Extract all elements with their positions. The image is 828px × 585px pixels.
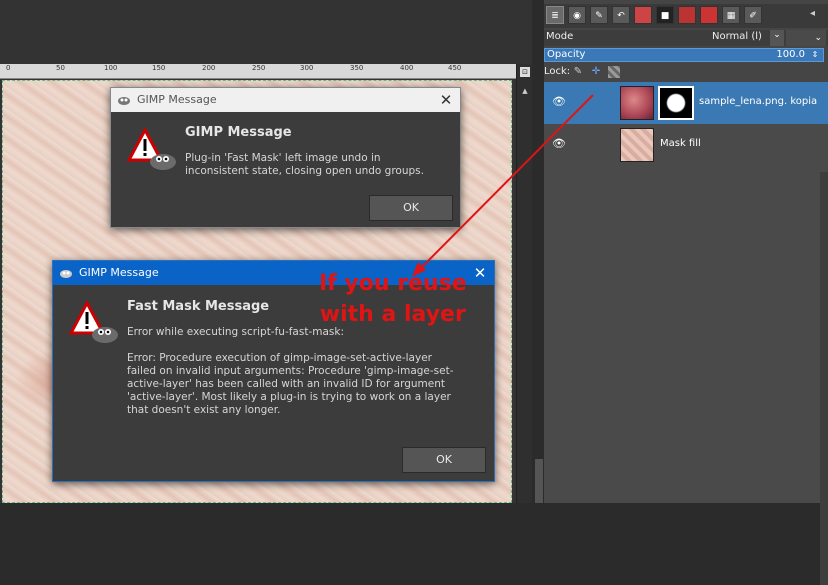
layer-row[interactable]: 👁 Mask fill bbox=[544, 124, 828, 166]
tab-menu-icon[interactable]: ◂ bbox=[810, 8, 824, 24]
dialog-message: Plug-in 'Fast Mask' left image undo in i… bbox=[185, 152, 424, 177]
layer-mask-thumbnail[interactable] bbox=[658, 86, 694, 120]
dialog-title: GIMP Message bbox=[137, 93, 217, 106]
gradients-tab-icon[interactable] bbox=[678, 6, 696, 24]
dialog-heading: Fast Mask Message bbox=[127, 299, 270, 314]
fonts-tab-icon[interactable] bbox=[700, 6, 718, 24]
dock-tab-bar: ≣ ◉ ✎ ↶ ■ ▦ ✐ ◂ bbox=[544, 4, 828, 28]
layer-name[interactable]: sample_lena.png. kopia bbox=[699, 96, 817, 107]
canvas-vertical-scrollbar[interactable]: ⊡ ▲ bbox=[516, 64, 533, 503]
mode-select[interactable]: Normal (l) bbox=[712, 31, 762, 42]
blend-options-dropdown[interactable]: ⌄ bbox=[786, 30, 826, 46]
paths-tab-icon[interactable]: ✎ bbox=[590, 6, 608, 24]
annotation-line: If you reuse bbox=[319, 271, 467, 296]
spin-arrows-icon[interactable]: ⇕ bbox=[809, 49, 821, 61]
dialog-heading: GIMP Message bbox=[185, 125, 292, 140]
patterns-tab-icon[interactable]: ■ bbox=[656, 6, 674, 24]
ruler-tick: 100 bbox=[104, 64, 118, 72]
layer-thumbnail[interactable] bbox=[620, 128, 654, 162]
eye-icon[interactable]: 👁 bbox=[552, 138, 566, 150]
ruler-tick: 450 bbox=[448, 64, 462, 72]
tools-tab-icon[interactable]: ✐ bbox=[744, 6, 762, 24]
annotation-line: with a layer bbox=[319, 302, 466, 327]
layer-row[interactable]: 👁 sample_lena.png. kopia bbox=[544, 82, 828, 124]
warning-icon bbox=[127, 128, 176, 170]
colors-tab-icon[interactable]: ▦ bbox=[722, 6, 740, 24]
warning-icon bbox=[69, 301, 118, 343]
ruler-tick: 250 bbox=[252, 64, 266, 72]
layer-name[interactable]: Mask fill bbox=[660, 138, 701, 149]
lock-row: Lock: ✎ ✛ bbox=[544, 64, 828, 80]
layer-list: 👁 sample_lena.png. kopia 👁 Mask fill bbox=[544, 82, 828, 585]
ruler-tick: 0 bbox=[6, 64, 11, 72]
lock-pixels-icon[interactable]: ✎ bbox=[572, 66, 584, 78]
ruler-tick: 400 bbox=[400, 64, 414, 72]
ruler-tick: 150 bbox=[152, 64, 166, 72]
gimp-icon bbox=[118, 97, 130, 105]
ruler-tick: 200 bbox=[202, 64, 216, 72]
lock-label: Lock: bbox=[544, 66, 571, 77]
opacity-slider[interactable]: Opacity 100.0 ⇕ bbox=[544, 48, 824, 62]
layers-tab-icon[interactable]: ≣ bbox=[546, 6, 564, 24]
opacity-label: Opacity bbox=[547, 49, 586, 60]
ruler-tick: 350 bbox=[350, 64, 364, 72]
mode-row: Mode Normal (l) ⌄ ⌄ bbox=[544, 30, 828, 46]
lock-alpha-icon[interactable] bbox=[608, 66, 620, 78]
zoom-toggle-icon[interactable]: ⊡ bbox=[520, 67, 530, 77]
eye-icon[interactable]: 👁 bbox=[552, 96, 566, 108]
horizontal-ruler[interactable]: 0 50 100 150 200 250 300 350 400 450 bbox=[0, 64, 516, 79]
close-icon[interactable]: ✕ bbox=[436, 90, 456, 110]
dialog-message: Error while executing script-fu-fast-mas… bbox=[127, 326, 454, 416]
layer-list-scrollbar[interactable] bbox=[820, 172, 828, 585]
ok-button[interactable]: OK bbox=[369, 195, 453, 221]
gimp-icon bbox=[60, 270, 72, 278]
layers-panel: ≣ ◉ ✎ ↶ ■ ▦ ✐ ◂ Mode Normal (l) ⌄ ⌄ Opac… bbox=[544, 0, 828, 585]
mode-label: Mode bbox=[546, 31, 574, 42]
dialog-title-bar[interactable]: GIMP Message ✕ bbox=[111, 88, 460, 112]
channels-tab-icon[interactable]: ◉ bbox=[568, 6, 586, 24]
dialog-title: GIMP Message bbox=[79, 266, 159, 279]
ok-button[interactable]: OK bbox=[402, 447, 486, 473]
annotation-text: If you reuse with a layer bbox=[319, 268, 467, 330]
undo-tab-icon[interactable]: ↶ bbox=[612, 6, 630, 24]
scroll-up-icon[interactable]: ▲ bbox=[520, 86, 530, 96]
layer-thumbnail[interactable] bbox=[620, 86, 654, 120]
close-icon[interactable]: ✕ bbox=[470, 263, 490, 283]
ruler-tick: 50 bbox=[56, 64, 65, 72]
lock-position-icon[interactable]: ✛ bbox=[590, 66, 602, 78]
ruler-tick: 300 bbox=[300, 64, 314, 72]
chevron-down-icon[interactable]: ⌄ bbox=[770, 30, 784, 46]
gutter-scrollbar[interactable] bbox=[535, 459, 543, 503]
dialog-body: GIMP Message Plug-in 'Fast Mask' left im… bbox=[111, 112, 460, 227]
panel-separator[interactable] bbox=[532, 0, 544, 503]
opacity-value[interactable]: 100.0 bbox=[776, 49, 805, 61]
gimp-message-dialog: GIMP Message ✕ GIMP Message Plug-in 'Fas… bbox=[110, 87, 461, 228]
brushes-tab-icon[interactable] bbox=[634, 6, 652, 24]
